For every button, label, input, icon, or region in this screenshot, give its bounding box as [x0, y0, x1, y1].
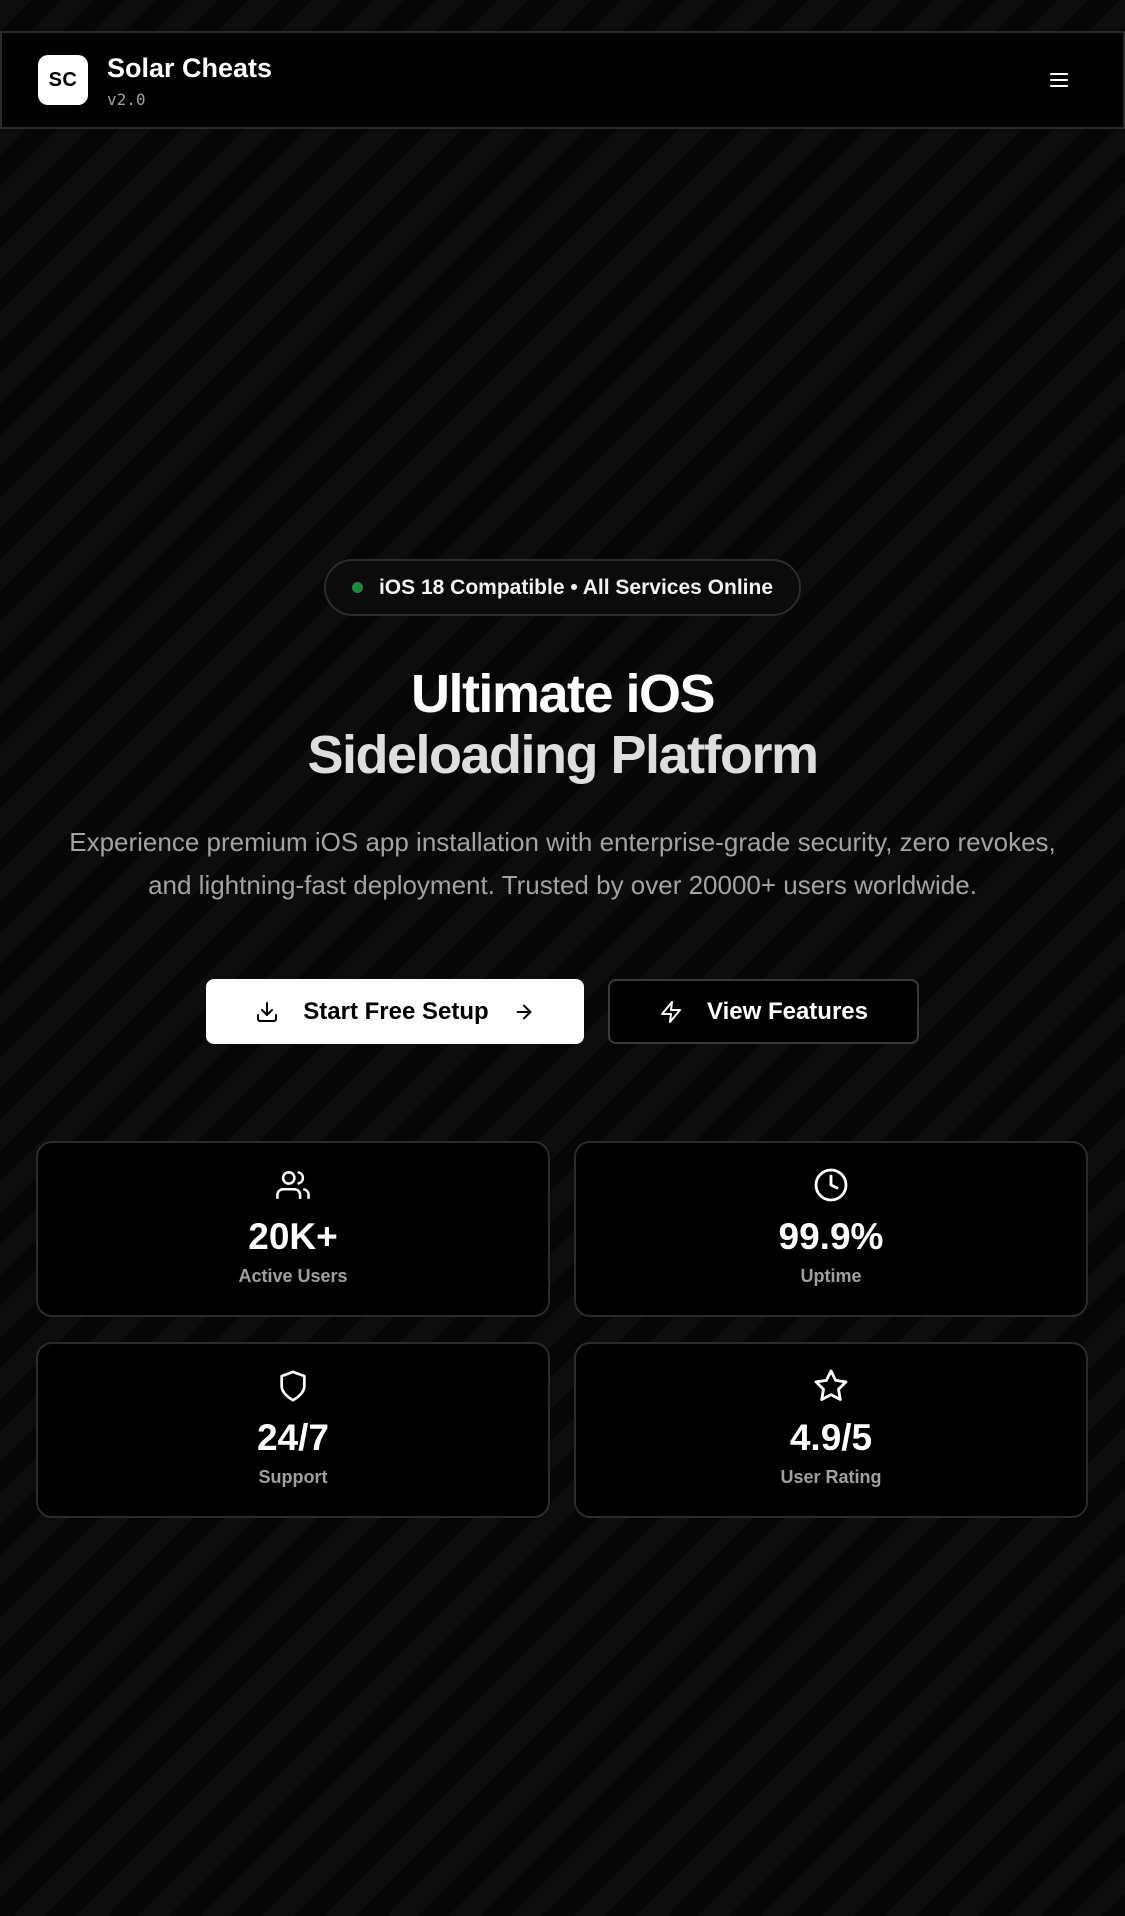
page: SC Solar Cheats v2.0 iOS 18 Compatible •… — [0, 0, 1125, 1916]
top-nav-bar: SC Solar Cheats v2.0 — [0, 31, 1125, 129]
start-free-setup-button[interactable]: Start Free Setup — [206, 979, 584, 1044]
star-icon — [813, 1368, 849, 1404]
status-dot-icon — [351, 582, 363, 593]
page-title: Ultimate iOS Sideloading Platform — [0, 664, 1125, 786]
brand-title: Solar Cheats — [107, 52, 273, 83]
start-free-setup-label: Start Free Setup — [303, 997, 489, 1025]
stat-value: 99.9% — [778, 1216, 884, 1257]
menu-button[interactable] — [1039, 60, 1079, 100]
stat-label: Active Users — [238, 1266, 348, 1286]
headline-line-2: Sideloading Platform — [307, 725, 819, 785]
headline-line-1: Ultimate iOS — [410, 664, 716, 724]
view-features-button[interactable]: View Features — [608, 979, 919, 1044]
clock-icon — [813, 1167, 849, 1203]
stat-value: 24/7 — [256, 1417, 329, 1458]
stat-card-users: 20K+ Active Users — [36, 1141, 550, 1317]
menu-icon — [1050, 73, 1068, 87]
logo-text: SC — [48, 68, 78, 91]
status-badge: iOS 18 Compatible • All Services Online — [324, 559, 801, 616]
brand: Solar Cheats v2.0 — [107, 52, 272, 109]
stat-label: User Rating — [780, 1467, 882, 1487]
logo[interactable]: SC — [38, 55, 88, 105]
stat-label: Uptime — [800, 1266, 862, 1286]
view-features-label: View Features — [707, 997, 868, 1025]
stat-label: Support — [258, 1467, 328, 1487]
download-icon — [257, 1001, 278, 1022]
stat-card-rating: 4.9/5 User Rating — [574, 1342, 1088, 1518]
stat-card-uptime: 99.9% Uptime — [574, 1141, 1088, 1317]
lightning-icon — [661, 1000, 682, 1023]
users-icon — [276, 1167, 310, 1203]
arrow-right-icon — [516, 1004, 532, 1019]
version-label: v2.0 — [107, 89, 146, 109]
status-text: iOS 18 Compatible • All Services Online — [378, 575, 774, 599]
stat-value: 4.9/5 — [789, 1417, 873, 1458]
shield-icon — [276, 1368, 310, 1404]
stat-value: 20K+ — [248, 1216, 338, 1257]
hero-subtitle: Experience premium iOS app installation … — [69, 827, 1056, 900]
stat-card-support: 24/7 Support — [36, 1342, 550, 1518]
